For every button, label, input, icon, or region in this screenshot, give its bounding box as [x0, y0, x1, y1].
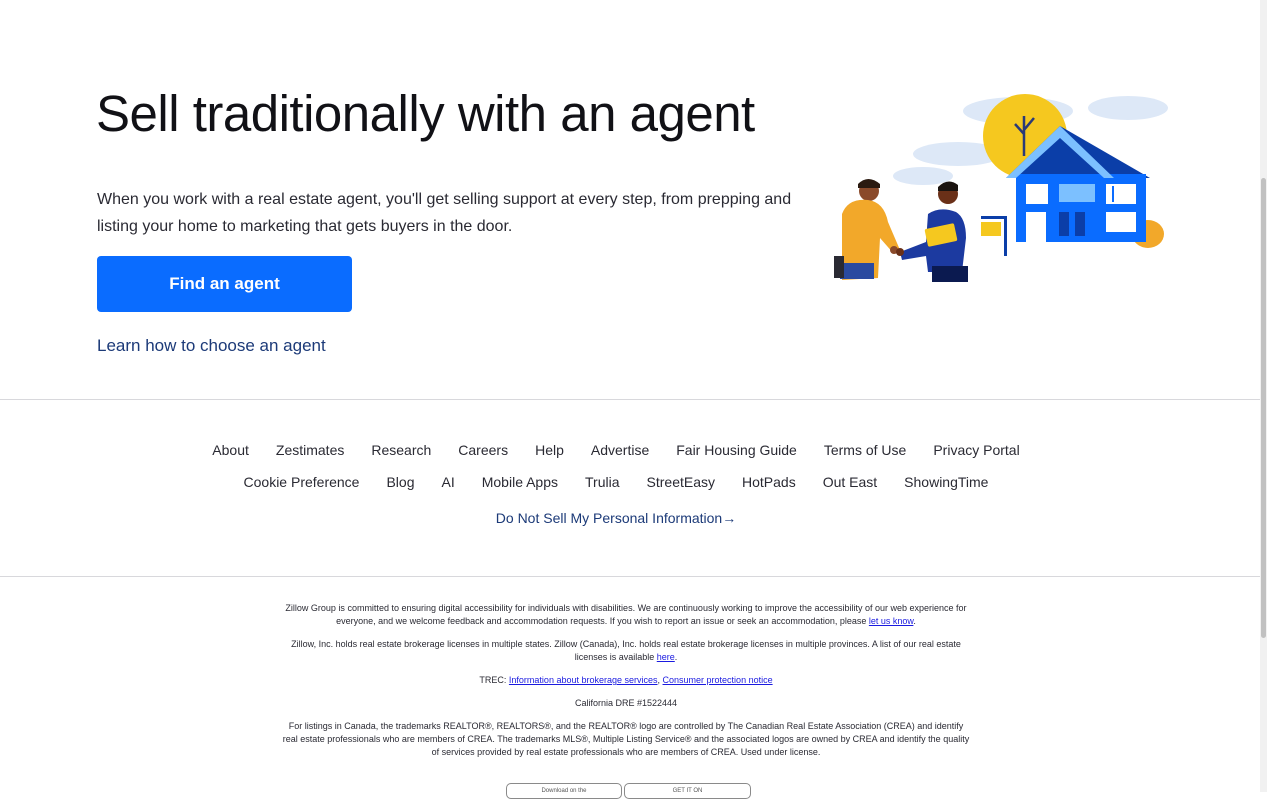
footer-link-trulia[interactable]: Trulia [585, 474, 620, 490]
footer-link-mobile-apps[interactable]: Mobile Apps [482, 474, 558, 490]
page-title: Sell traditionally with an agent [96, 85, 755, 142]
app-store-badge-label: Download on the [541, 788, 587, 794]
footer-link-fair-housing-guide[interactable]: Fair Housing Guide [676, 442, 797, 458]
google-play-badge[interactable]: GET IT ON [624, 783, 751, 799]
scrollbar[interactable] [1260, 0, 1267, 792]
divider [0, 576, 1260, 577]
footer-links-row-1: About Zestimates Research Careers Help A… [0, 434, 1232, 466]
person-left-figure [834, 179, 900, 280]
app-badges: Download on the GET IT ON [506, 783, 751, 799]
consumer-protection-link[interactable]: Consumer protection notice [663, 675, 773, 685]
licenses-notice: Zillow, Inc. holds real estate brokerage… [291, 639, 961, 662]
scrollbar-thumb[interactable] [1261, 178, 1266, 638]
google-play-badge-label: GET IT ON [672, 788, 703, 794]
dre-number: California DRE #1522444 [574, 698, 678, 708]
find-agent-button[interactable]: Find an agent [97, 256, 352, 312]
footer-link-help[interactable]: Help [535, 442, 564, 458]
footer-link-cookie-preference[interactable]: Cookie Preference [244, 474, 360, 490]
person-right-figure [890, 181, 968, 282]
footer-link-streeteasy[interactable]: StreetEasy [647, 474, 715, 490]
footer-link-ai[interactable]: AI [442, 474, 455, 490]
learn-choose-agent-link[interactable]: Learn how to choose an agent [97, 336, 326, 356]
footer-link-blog[interactable]: Blog [386, 474, 414, 490]
footer-link-showingtime[interactable]: ShowingTime [904, 474, 988, 490]
licenses-text: Zillow, Inc. holds real estate brokerage… [291, 639, 961, 662]
footer-link-research[interactable]: Research [371, 442, 431, 458]
footer-link-out-east[interactable]: Out East [823, 474, 877, 490]
let-us-know-link[interactable]: let us know [869, 616, 914, 626]
divider [0, 399, 1260, 400]
footer-link-zestimates[interactable]: Zestimates [276, 442, 344, 458]
footer-link-about[interactable]: About [212, 442, 249, 458]
footer-link-terms-of-use[interactable]: Terms of Use [824, 442, 906, 458]
do-not-sell-wrapper: Do Not Sell My Personal Information→ [0, 510, 1232, 526]
accessibility-notice: Zillow Group is committed to ensuring di… [285, 603, 967, 626]
footer-link-advertise[interactable]: Advertise [591, 442, 649, 458]
footer-link-privacy-portal[interactable]: Privacy Portal [933, 442, 1019, 458]
hero-section: Sell traditionally with an agent When yo… [0, 0, 1260, 399]
licenses-here-link[interactable]: here [657, 652, 675, 662]
do-not-sell-link[interactable]: Do Not Sell My Personal Information→ [496, 510, 736, 526]
trec-notice: TREC: Information about brokerage servic… [479, 675, 773, 685]
canada-notice: For listings in Canada, the trademarks R… [282, 721, 970, 757]
hero-description: When you work with a real estate agent, … [97, 191, 792, 235]
accessibility-text: Zillow Group is committed to ensuring di… [285, 603, 967, 626]
footer-link-hotpads[interactable]: HotPads [742, 474, 796, 490]
footer-links-row-2: Cookie Preference Blog AI Mobile Apps Tr… [0, 466, 1232, 498]
trec-label: TREC: [479, 675, 509, 685]
app-store-badge[interactable]: Download on the [506, 783, 622, 799]
agent-handshake-house-illustration [834, 94, 1168, 282]
mailbox-shape [981, 216, 1007, 256]
footer-nav: About Zestimates Research Careers Help A… [0, 434, 1232, 498]
legal-section: Zillow Group is committed to ensuring di… [280, 602, 972, 769]
brokerage-services-link[interactable]: Information about brokerage services [509, 675, 658, 685]
footer-link-careers[interactable]: Careers [458, 442, 508, 458]
